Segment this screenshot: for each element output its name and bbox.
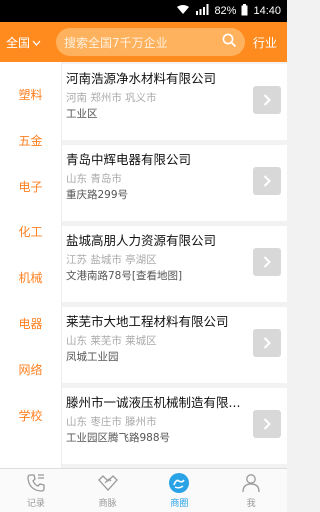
battery-icon (241, 3, 248, 19)
tab-label: 我 (246, 499, 256, 509)
tab-contacts[interactable]: 商脉 (72, 469, 144, 512)
chevron-right-icon[interactable] (253, 248, 281, 276)
category-item[interactable]: 五金 (18, 132, 42, 178)
search-input[interactable]: 搜索全国7千万企业 (56, 28, 245, 56)
company-name: 盐城高朋人力资源有限公司 (66, 233, 217, 248)
bottom-tab-bar: 记录 商脉 商圈 我 (0, 468, 287, 512)
signal-icon (195, 4, 209, 18)
tab-me[interactable]: 我 (215, 469, 287, 512)
clock: 14:40 (253, 5, 281, 17)
tab-circle[interactable]: 商圈 (144, 469, 216, 512)
company-name: 滕州市一诚液压机械制造有限... (66, 395, 241, 410)
category-item[interactable]: 电子 (18, 178, 42, 224)
search-placeholder: 搜索全国7千万企业 (64, 35, 168, 50)
tab-label: 商脉 (98, 499, 117, 509)
list-item[interactable]: 滕州市一诚液压机械制造有限... 山东 枣庄市 滕州市 工业园区腾飞路988号 (62, 388, 287, 464)
phone-icon (25, 472, 47, 494)
top-bar: 全国 搜索全国7千万企业 行业 (0, 22, 287, 62)
chevron-right-icon[interactable] (253, 86, 281, 114)
category-item[interactable]: 塑料 (18, 86, 42, 132)
category-sidebar: 塑料 五金 电子 化工 机械 电器 网络 学校 (0, 62, 62, 468)
tab-label: 商圈 (170, 499, 189, 509)
status-bar: 82% 14:40 (0, 0, 287, 22)
wifi-icon (176, 4, 190, 18)
list-item[interactable]: 盐城高朋人力资源有限公司 江苏 盐城市 亭湖区 文港南路78号[查看地图] (62, 226, 287, 302)
list-item[interactable]: 河南浩源净水材料有限公司 河南 郑州市 巩义市 工业区 (62, 64, 287, 140)
region-selector[interactable]: 全国 (6, 34, 52, 51)
company-name: 莱芜市大地工程材料有限公司 (66, 314, 229, 329)
region-label: 全国 (6, 35, 31, 50)
person-icon (240, 472, 262, 494)
tab-label: 记录 (26, 499, 45, 509)
company-name: 河南浩源净水材料有限公司 (66, 71, 217, 86)
battery-percent: 82% (214, 5, 237, 17)
chevron-down-icon (32, 35, 41, 49)
chevron-right-icon[interactable] (253, 167, 281, 195)
category-item[interactable]: 化工 (18, 223, 42, 269)
list-item[interactable]: 青岛中辉电器有限公司 山东 青岛市 重庆路299号 (62, 145, 287, 221)
industry-button[interactable]: 行业 (249, 34, 281, 51)
chevron-right-icon[interactable] (253, 410, 281, 438)
main-content: 塑料 五金 电子 化工 机械 电器 网络 学校 河南浩源净水材料有限公司 河南 … (0, 62, 287, 468)
category-item[interactable]: 机械 (18, 269, 42, 315)
chevron-right-icon[interactable] (253, 329, 281, 357)
category-item[interactable]: 电器 (18, 315, 42, 361)
handshake-icon (97, 472, 119, 494)
company-name: 青岛中辉电器有限公司 (66, 152, 192, 167)
company-list: 河南浩源净水材料有限公司 河南 郑州市 巩义市 工业区 青岛中辉电器有限公司 山… (62, 62, 287, 468)
search-icon[interactable] (222, 33, 237, 52)
category-item[interactable]: 学校 (18, 407, 42, 453)
tab-records[interactable]: 记录 (0, 469, 72, 512)
circle-icon (168, 472, 190, 494)
category-item[interactable]: 网络 (18, 361, 42, 407)
list-item[interactable]: 莱芜市大地工程材料有限公司 山东 莱芜市 莱城区 凤城工业园 (62, 307, 287, 383)
